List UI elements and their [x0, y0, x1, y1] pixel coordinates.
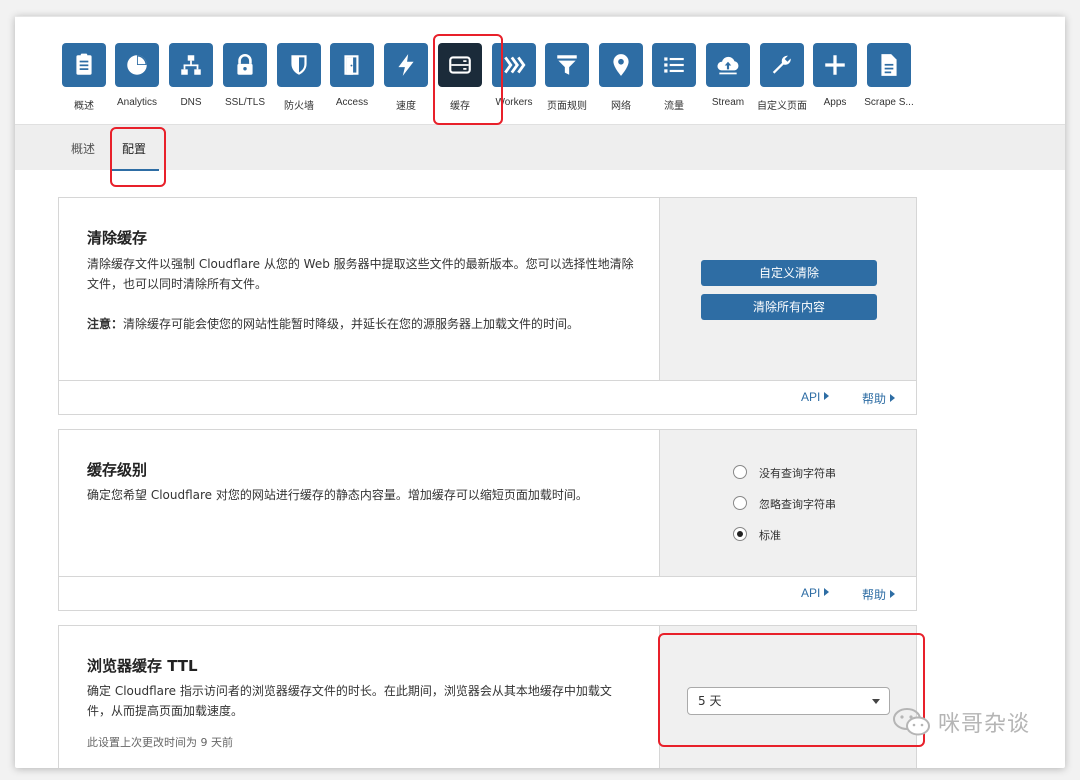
wechat-icon	[893, 708, 930, 736]
nav-item-scrape-shield[interactable]: Scrape S...	[862, 43, 916, 108]
highlight-ttl-select	[658, 633, 925, 747]
nav-item-speed[interactable]: 速度	[379, 43, 433, 112]
nav-label: Access	[335, 97, 369, 108]
card-title: 清除缓存	[87, 229, 148, 247]
note-label: 注意：	[87, 317, 124, 331]
watermark: 咪哥杂谈	[892, 702, 1030, 742]
card-footer: API 帮助	[59, 380, 916, 414]
shield-icon	[277, 43, 321, 87]
nav-label: SSL/TLS	[224, 97, 266, 108]
nav-label: Analytics	[116, 97, 157, 108]
nav-label: 流量	[664, 101, 684, 112]
help-link[interactable]: 帮助	[862, 586, 896, 603]
nav-item-page-rules[interactable]: 页面规则	[540, 43, 594, 112]
help-link[interactable]: 帮助	[862, 390, 896, 407]
location-pin-icon	[599, 43, 643, 87]
note-text: 清除缓存可能会使您的网站性能暂时降级，并延长在您的源服务器上加载文件的时间。	[123, 317, 580, 331]
document-icon	[867, 43, 911, 87]
top-nav: 概述 Analytics DNS SSL/TLS 防火墙 Access 速度 缓…	[15, 16, 1065, 124]
radio-label: 标准	[759, 529, 781, 542]
card-actions: 自定义清除 清除所有内容	[659, 198, 916, 381]
nav-label: 页面规则	[547, 101, 587, 112]
purge-cache-card: 清除缓存 清除缓存文件以强制 Cloudflare 从您的 Web 服务器中提取…	[58, 197, 917, 415]
radio-label: 忽略查询字符串	[759, 498, 836, 511]
purge-all-button[interactable]: 清除所有内容	[701, 294, 877, 320]
triangle-right-icon	[890, 394, 896, 402]
nav-label: Scrape S...	[864, 97, 914, 108]
cache-level-card: 缓存级别 确定您希望 Cloudflare 对您的网站进行缓存的静态内容量。增加…	[58, 429, 917, 611]
custom-purge-button[interactable]: 自定义清除	[701, 260, 877, 286]
card-description: 确定您希望 Cloudflare 对您的网站进行缓存的静态内容量。增加缓存可以缩…	[87, 488, 588, 502]
nav-label: 自定义页面	[757, 101, 807, 112]
card-description: 确定 Cloudflare 指示访问者的浏览器缓存文件的时长。在此期间，浏览器会…	[87, 684, 612, 718]
radio-button-checked[interactable]	[733, 527, 747, 541]
highlight-cache-nav	[433, 34, 503, 125]
nav-label: 概述	[74, 101, 94, 112]
card-note: 注意：清除缓存可能会使您的网站性能暂时降级，并延长在您的源服务器上加载文件的时间…	[87, 314, 637, 334]
api-link[interactable]: API	[801, 586, 830, 600]
radio-button[interactable]	[733, 496, 747, 510]
card-content: 浏览器缓存 TTL 确定 Cloudflare 指示访问者的浏览器缓存文件的时长…	[59, 626, 660, 768]
cloud-upload-icon	[706, 43, 750, 87]
subtab-bar: 概述 配置	[15, 124, 1065, 171]
triangle-right-icon	[824, 588, 830, 596]
nav-item-stream[interactable]: Stream	[701, 43, 755, 108]
tab-overview[interactable]: 概述	[71, 140, 95, 157]
highlight-config-tab	[110, 127, 166, 187]
nav-label: 防火墙	[284, 101, 314, 112]
card-title: 缓存级别	[87, 461, 148, 479]
clipboard-icon	[62, 43, 106, 87]
watermark-text: 咪哥杂谈	[938, 712, 1031, 737]
nav-item-traffic[interactable]: 流量	[647, 43, 701, 112]
nav-item-access[interactable]: Access	[325, 43, 379, 108]
nav-item-network[interactable]: 网络	[594, 43, 648, 112]
triangle-right-icon	[890, 590, 896, 598]
plus-icon	[813, 43, 857, 87]
nav-item-dns[interactable]: DNS	[164, 43, 218, 108]
nav-item-overview[interactable]: 概述	[57, 43, 111, 112]
card-footer: API 帮助	[59, 576, 916, 610]
card-description: 清除缓存文件以强制 Cloudflare 从您的 Web 服务器中提取这些文件的…	[87, 257, 634, 291]
list-icon	[652, 43, 696, 87]
cache-level-options: 没有查询字符串 忽略查询字符串 标准	[659, 430, 916, 577]
last-changed-text: 此设置上次更改时间为 9 天前	[87, 736, 233, 749]
nav-label: 速度	[396, 101, 416, 112]
card-content: 缓存级别 确定您希望 Cloudflare 对您的网站进行缓存的静态内容量。增加…	[59, 430, 660, 577]
pie-chart-icon	[115, 43, 159, 87]
card-content: 清除缓存 清除缓存文件以强制 Cloudflare 从您的 Web 服务器中提取…	[59, 198, 660, 381]
card-title: 浏览器缓存 TTL	[87, 657, 198, 675]
filter-icon	[545, 43, 589, 87]
nav-item-firewall[interactable]: 防火墙	[272, 43, 326, 112]
nav-label: 网络	[611, 101, 631, 112]
nav-label: DNS	[180, 97, 202, 108]
door-icon	[330, 43, 374, 87]
nav-item-analytics[interactable]: Analytics	[110, 43, 164, 108]
nav-label: Stream	[711, 97, 745, 108]
network-icon	[169, 43, 213, 87]
wrench-icon	[760, 43, 804, 87]
nav-item-apps[interactable]: Apps	[808, 43, 862, 108]
nav-item-ssl-tls[interactable]: SSL/TLS	[218, 43, 272, 108]
nav-item-custom-pages[interactable]: 自定义页面	[755, 43, 809, 112]
lock-icon	[223, 43, 267, 87]
lightning-icon	[384, 43, 428, 87]
triangle-right-icon	[824, 392, 830, 400]
nav-label: Apps	[823, 97, 847, 108]
api-link[interactable]: API	[801, 390, 830, 404]
radio-button[interactable]	[733, 465, 747, 479]
radio-label: 没有查询字符串	[759, 467, 836, 480]
